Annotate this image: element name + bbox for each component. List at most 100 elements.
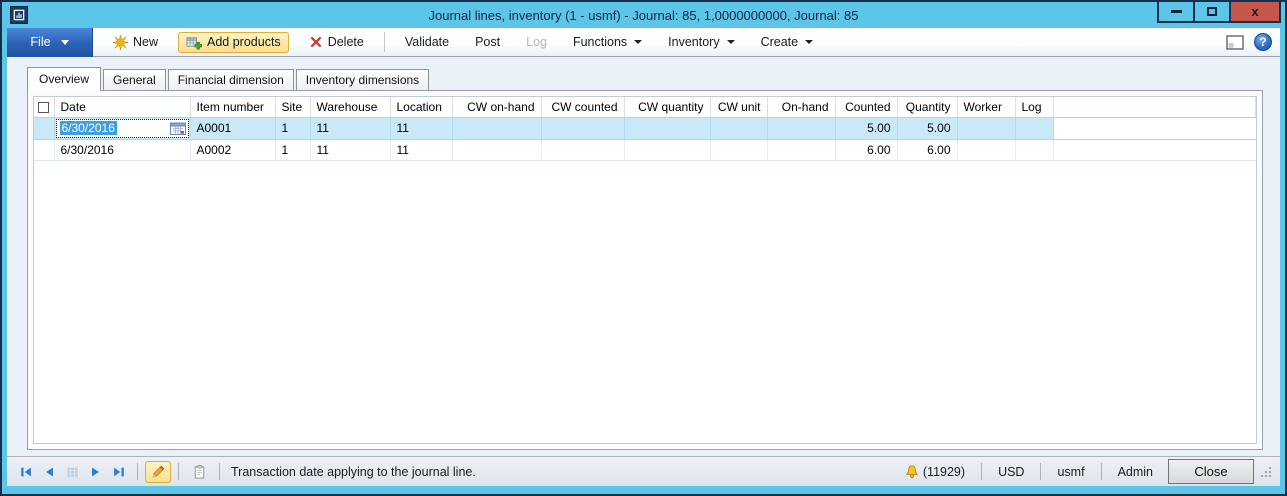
row-selector-cell[interactable]	[34, 139, 54, 160]
log-cell[interactable]	[1015, 117, 1053, 139]
company-field[interactable]: usmf	[1048, 465, 1093, 479]
date-input[interactable]: 6/30/2016	[56, 119, 189, 138]
log-button: Log	[520, 32, 553, 52]
functions-menu[interactable]: Functions	[567, 32, 648, 52]
tab-strip: Overview General Financial dimension Inv…	[27, 67, 431, 90]
statusbar-separator	[981, 463, 982, 480]
col-header-counted[interactable]: Counted	[835, 97, 897, 117]
currency-field[interactable]: USD	[989, 465, 1033, 479]
col-header-on-hand[interactable]: On-hand	[767, 97, 835, 117]
user-field[interactable]: Admin	[1109, 465, 1162, 479]
maximize-button[interactable]	[1193, 2, 1231, 23]
new-starburst-icon	[113, 35, 128, 50]
cw-on-hand-cell[interactable]	[452, 139, 541, 160]
next-record-button[interactable]	[87, 464, 104, 480]
col-header-site[interactable]: Site	[275, 97, 310, 117]
post-button[interactable]: Post	[469, 32, 506, 52]
col-header-cw-on-hand[interactable]: CW on-hand	[452, 97, 541, 117]
worker-cell[interactable]	[957, 117, 1015, 139]
cw-on-hand-cell[interactable]	[452, 117, 541, 139]
cw-counted-cell[interactable]	[541, 117, 624, 139]
col-header-cw-counted[interactable]: CW counted	[541, 97, 624, 117]
select-all-checkbox[interactable]	[38, 102, 49, 113]
create-label: Create	[761, 35, 799, 49]
statusbar-separator	[1040, 463, 1041, 480]
statusbar-separator	[178, 463, 179, 480]
warehouse-cell[interactable]: 11	[310, 139, 390, 160]
delete-button[interactable]: Delete	[303, 32, 370, 52]
col-header-item-number[interactable]: Item number	[190, 97, 275, 117]
add-products-label: Add products	[207, 35, 281, 49]
clipboard-button[interactable]	[186, 461, 212, 483]
cw-quantity-cell[interactable]	[624, 117, 710, 139]
location-cell[interactable]: 11	[390, 139, 452, 160]
on-hand-cell[interactable]	[767, 139, 835, 160]
minimize-button[interactable]	[1157, 2, 1195, 23]
notification-bell-icon[interactable]	[904, 464, 920, 480]
location-cell[interactable]: 11	[390, 117, 452, 139]
edit-mode-button[interactable]	[145, 461, 171, 483]
col-header-filler	[1053, 97, 1256, 117]
date-cell-editing[interactable]: 6/30/2016	[54, 117, 190, 139]
chevron-down-icon	[727, 40, 735, 44]
create-menu[interactable]: Create	[755, 32, 820, 52]
item-number-cell[interactable]: A0002	[190, 139, 275, 160]
close-button[interactable]: Close	[1168, 459, 1254, 484]
col-header-location[interactable]: Location	[390, 97, 452, 117]
on-hand-cell[interactable]	[767, 117, 835, 139]
last-record-button[interactable]	[110, 464, 127, 480]
col-header-worker[interactable]: Worker	[957, 97, 1015, 117]
add-products-button[interactable]: Add products	[178, 32, 289, 53]
functions-label: Functions	[573, 35, 627, 49]
previous-record-button[interactable]	[41, 464, 58, 480]
layout-pane-icon[interactable]	[1226, 35, 1244, 50]
notification-count[interactable]: (11929)	[920, 465, 974, 479]
file-menu-button[interactable]: File	[7, 28, 93, 57]
col-header-warehouse[interactable]: Warehouse	[310, 97, 390, 117]
date-cell[interactable]: 6/30/2016	[54, 139, 190, 160]
first-record-icon	[19, 465, 34, 479]
table-row[interactable]: 6/30/2016	[34, 117, 1256, 139]
toolbar-separator	[384, 32, 385, 52]
new-button[interactable]: New	[107, 32, 164, 53]
close-icon: x	[1251, 5, 1258, 18]
grid-view-button[interactable]	[64, 464, 81, 480]
col-header-date[interactable]: Date	[54, 97, 190, 117]
worker-cell[interactable]	[957, 139, 1015, 160]
resize-grip[interactable]	[1260, 466, 1272, 478]
tab-inventory-dimensions[interactable]: Inventory dimensions	[296, 69, 429, 90]
warehouse-cell[interactable]: 11	[310, 117, 390, 139]
cw-unit-cell[interactable]	[710, 139, 767, 160]
tab-financial-dimension[interactable]: Financial dimension	[168, 69, 294, 90]
col-header-quantity[interactable]: Quantity	[897, 97, 957, 117]
cw-quantity-cell[interactable]	[624, 139, 710, 160]
help-icon[interactable]: ?	[1254, 33, 1272, 51]
log-cell[interactable]	[1015, 139, 1053, 160]
cw-unit-cell[interactable]	[710, 117, 767, 139]
select-all-header[interactable]	[34, 97, 54, 117]
row-selector-cell[interactable]	[34, 117, 54, 139]
first-record-button[interactable]	[18, 464, 35, 480]
cw-counted-cell[interactable]	[541, 139, 624, 160]
table-row[interactable]: 6/30/2016 A0002 1 11 11 6.00 6.00	[34, 139, 1256, 160]
quantity-cell[interactable]: 6.00	[897, 139, 957, 160]
app-icon	[10, 6, 28, 24]
item-number-cell[interactable]: A0001	[190, 117, 275, 139]
counted-cell[interactable]: 5.00	[835, 117, 897, 139]
col-header-log[interactable]: Log	[1015, 97, 1053, 117]
validate-button[interactable]: Validate	[399, 32, 455, 52]
titlebar[interactable]: Journal lines, inventory (1 - usmf) - Jo…	[2, 2, 1285, 28]
site-cell[interactable]: 1	[275, 117, 310, 139]
calendar-picker-button[interactable]	[168, 120, 188, 137]
quantity-cell[interactable]: 5.00	[897, 117, 957, 139]
close-window-button[interactable]: x	[1229, 2, 1281, 23]
col-header-cw-quantity[interactable]: CW quantity	[624, 97, 710, 117]
post-label: Post	[475, 35, 500, 49]
site-cell[interactable]: 1	[275, 139, 310, 160]
tab-overview[interactable]: Overview	[27, 67, 101, 91]
inventory-menu[interactable]: Inventory	[662, 32, 740, 52]
counted-cell[interactable]: 6.00	[835, 139, 897, 160]
col-header-cw-unit[interactable]: CW unit	[710, 97, 767, 117]
dynamics-ax-icon	[12, 8, 26, 22]
tab-general[interactable]: General	[103, 69, 166, 90]
